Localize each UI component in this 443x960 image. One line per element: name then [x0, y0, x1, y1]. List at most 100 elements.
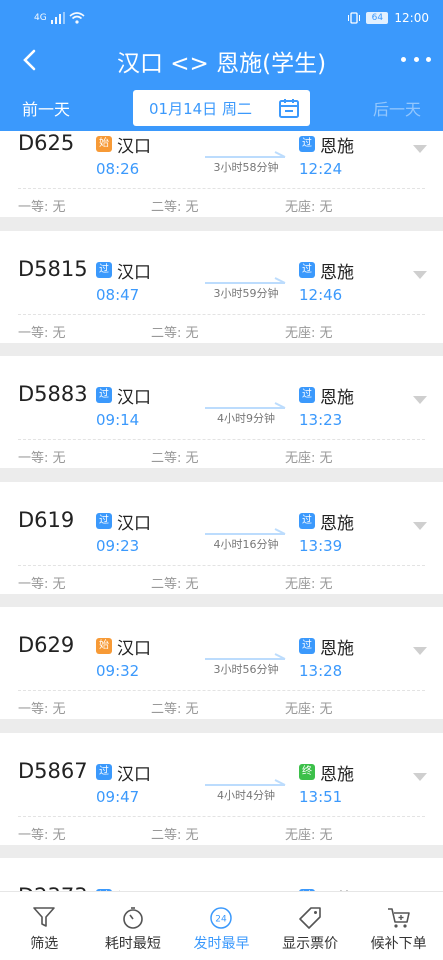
arrival-station: 恩施	[320, 639, 354, 659]
chevron-down-icon[interactable]	[413, 396, 427, 404]
chevron-down-icon[interactable]	[413, 647, 427, 655]
second-class-seats: 二等: 无	[151, 200, 199, 215]
departure-station: 汉口	[117, 764, 151, 785]
train-card[interactable]: D5815 过 汉口 08:47 3小时59分钟 过 恩施 12:46 一等: …	[0, 230, 443, 343]
first-class-seats: 一等: 无	[18, 451, 66, 466]
train-card[interactable]: D625 始 汉口 08:26 3小时58分钟 过 恩施 12:24 一等: 无…	[0, 131, 443, 217]
arrival-station-badge: 过	[299, 261, 315, 278]
filter-icon	[33, 907, 56, 927]
train-number: D5883	[18, 382, 88, 406]
page-title: 汉口 <> 恩施(学生)	[116, 51, 327, 77]
departure-time: 09:47	[96, 787, 140, 806]
prev-day-button[interactable]: 前一天	[22, 96, 70, 120]
app-header: 4G 64 12:00 汉口 <> 恩施(学生) 前一天 01月14日 周二 后…	[0, 0, 443, 131]
train-number: D619	[18, 507, 75, 532]
first-class-seats: 一等: 无	[18, 200, 66, 215]
chevron-down-icon[interactable]	[413, 270, 427, 279]
departure-station: 汉口	[117, 513, 151, 534]
network-label: 4G	[34, 13, 47, 23]
arrival-time: 13:51	[299, 787, 343, 806]
signal-icon	[50, 12, 65, 24]
departure-time: 09:14	[96, 411, 140, 429]
svg-text:24: 24	[216, 915, 228, 925]
second-class-seats: 二等: 无	[151, 451, 199, 466]
back-icon[interactable]	[14, 44, 46, 76]
arrival-time: 13:28	[299, 662, 343, 680]
travel-duration: 4小时4分钟	[217, 788, 275, 802]
train-card[interactable]: D5867 过 汉口 09:47 4小时4分钟 终 恩施 13:51 一等: 无…	[0, 732, 443, 845]
travel-duration: 4小时16分钟	[213, 537, 279, 551]
tab-waitlist[interactable]: 候补下单	[354, 892, 443, 960]
arrival-station: 恩施	[320, 262, 354, 283]
train-card[interactable]: D619 过 汉口 09:23 4小时16分钟 过 恩施 13:39 一等: 无…	[0, 481, 443, 594]
train-card[interactable]: D2373 过 汉口 过 恩施	[0, 858, 443, 891]
chevron-down-icon[interactable]	[413, 521, 427, 530]
cart-plus-icon	[387, 908, 410, 928]
date-picker[interactable]: 01月14日 周二	[133, 90, 310, 126]
travel-duration: 3小时58分钟	[213, 161, 279, 174]
second-class-seats: 二等: 无	[151, 576, 199, 592]
departure-station-badge: 始	[96, 136, 112, 152]
train-number: D5815	[18, 256, 88, 281]
more-icon[interactable]	[401, 47, 431, 71]
tab-filter-label: 筛选	[30, 936, 59, 952]
status-bar: 4G 64 12:00	[0, 0, 443, 36]
next-day-button[interactable]: 后一天	[373, 96, 421, 120]
departure-time: 08:26	[96, 160, 140, 178]
battery-icon: 64	[366, 12, 389, 24]
divider	[18, 439, 425, 440]
first-class-seats: 一等: 无	[18, 827, 66, 843]
date-label: 01月14日 周二	[149, 99, 252, 118]
tab-waitlist-label: 候补下单	[370, 936, 427, 952]
arrival-station-badge: 终	[299, 763, 315, 780]
arrival-station: 恩施	[320, 137, 354, 157]
second-class-seats: 二等: 无	[151, 325, 199, 341]
tab-shortest-label: 耗时最短	[104, 936, 161, 952]
departure-station: 汉口	[117, 639, 151, 659]
departure-station: 汉口	[117, 262, 151, 283]
no-seat-tickets: 无座: 无	[285, 325, 333, 341]
departure-station-badge: 过	[96, 261, 112, 278]
train-number: D2373	[18, 884, 88, 891]
tab-filter[interactable]: 筛选	[0, 892, 89, 960]
departure-time: 09:23	[96, 536, 140, 555]
clock-24-icon: 24	[210, 907, 233, 929]
travel-duration: 3小时59分钟	[213, 286, 279, 300]
arrival-time: 13:39	[299, 536, 343, 555]
nav-bar: 汉口 <> 恩施(学生)	[0, 36, 443, 86]
arrival-station-badge: 过	[299, 638, 315, 654]
chevron-down-icon[interactable]	[413, 772, 427, 781]
departure-station: 汉口	[117, 137, 151, 157]
vibrate-icon	[348, 12, 361, 24]
departure-station: 汉口	[117, 388, 151, 408]
bottom-toolbar: 筛选 耗时最短 24 发时最早 显示票价 候补下单	[0, 891, 443, 960]
train-number: D5867	[18, 758, 88, 783]
tab-earliest-label: 发时最早	[193, 936, 250, 952]
arrival-station: 恩施	[320, 388, 354, 408]
tab-earliest[interactable]: 24 发时最早	[177, 892, 266, 960]
arrival-station: 恩施	[320, 764, 354, 785]
price-tag-icon	[299, 907, 321, 929]
divider	[18, 188, 425, 189]
tab-price[interactable]: 显示票价	[266, 892, 355, 960]
arrival-station-badge: 过	[299, 136, 315, 152]
arrival-station-badge: 过	[299, 512, 315, 529]
no-seat-tickets: 无座: 无	[285, 200, 333, 215]
divider	[18, 815, 425, 817]
travel-duration: 4小时9分钟	[217, 412, 275, 425]
arrival-station: 恩施	[320, 513, 354, 534]
second-class-seats: 二等: 无	[151, 702, 199, 717]
train-card[interactable]: D629 始 汉口 09:32 3小时56分钟 过 恩施 13:28 一等: 无…	[0, 607, 443, 719]
divider	[18, 690, 425, 691]
no-seat-tickets: 无座: 无	[285, 827, 333, 843]
chevron-down-icon[interactable]	[413, 145, 427, 153]
tab-shortest[interactable]: 耗时最短	[89, 892, 178, 960]
travel-duration: 3小时56分钟	[213, 663, 279, 676]
departure-station-badge: 过	[96, 763, 112, 780]
arrival-time: 12:46	[299, 285, 343, 304]
departure-station-badge: 过	[96, 387, 112, 403]
tab-price-label: 显示票价	[282, 936, 339, 952]
train-card[interactable]: D5883 过 汉口 09:14 4小时9分钟 过 恩施 13:23 一等: 无…	[0, 356, 443, 468]
stopwatch-icon	[123, 907, 143, 929]
arrival-station-badge: 过	[299, 387, 315, 403]
